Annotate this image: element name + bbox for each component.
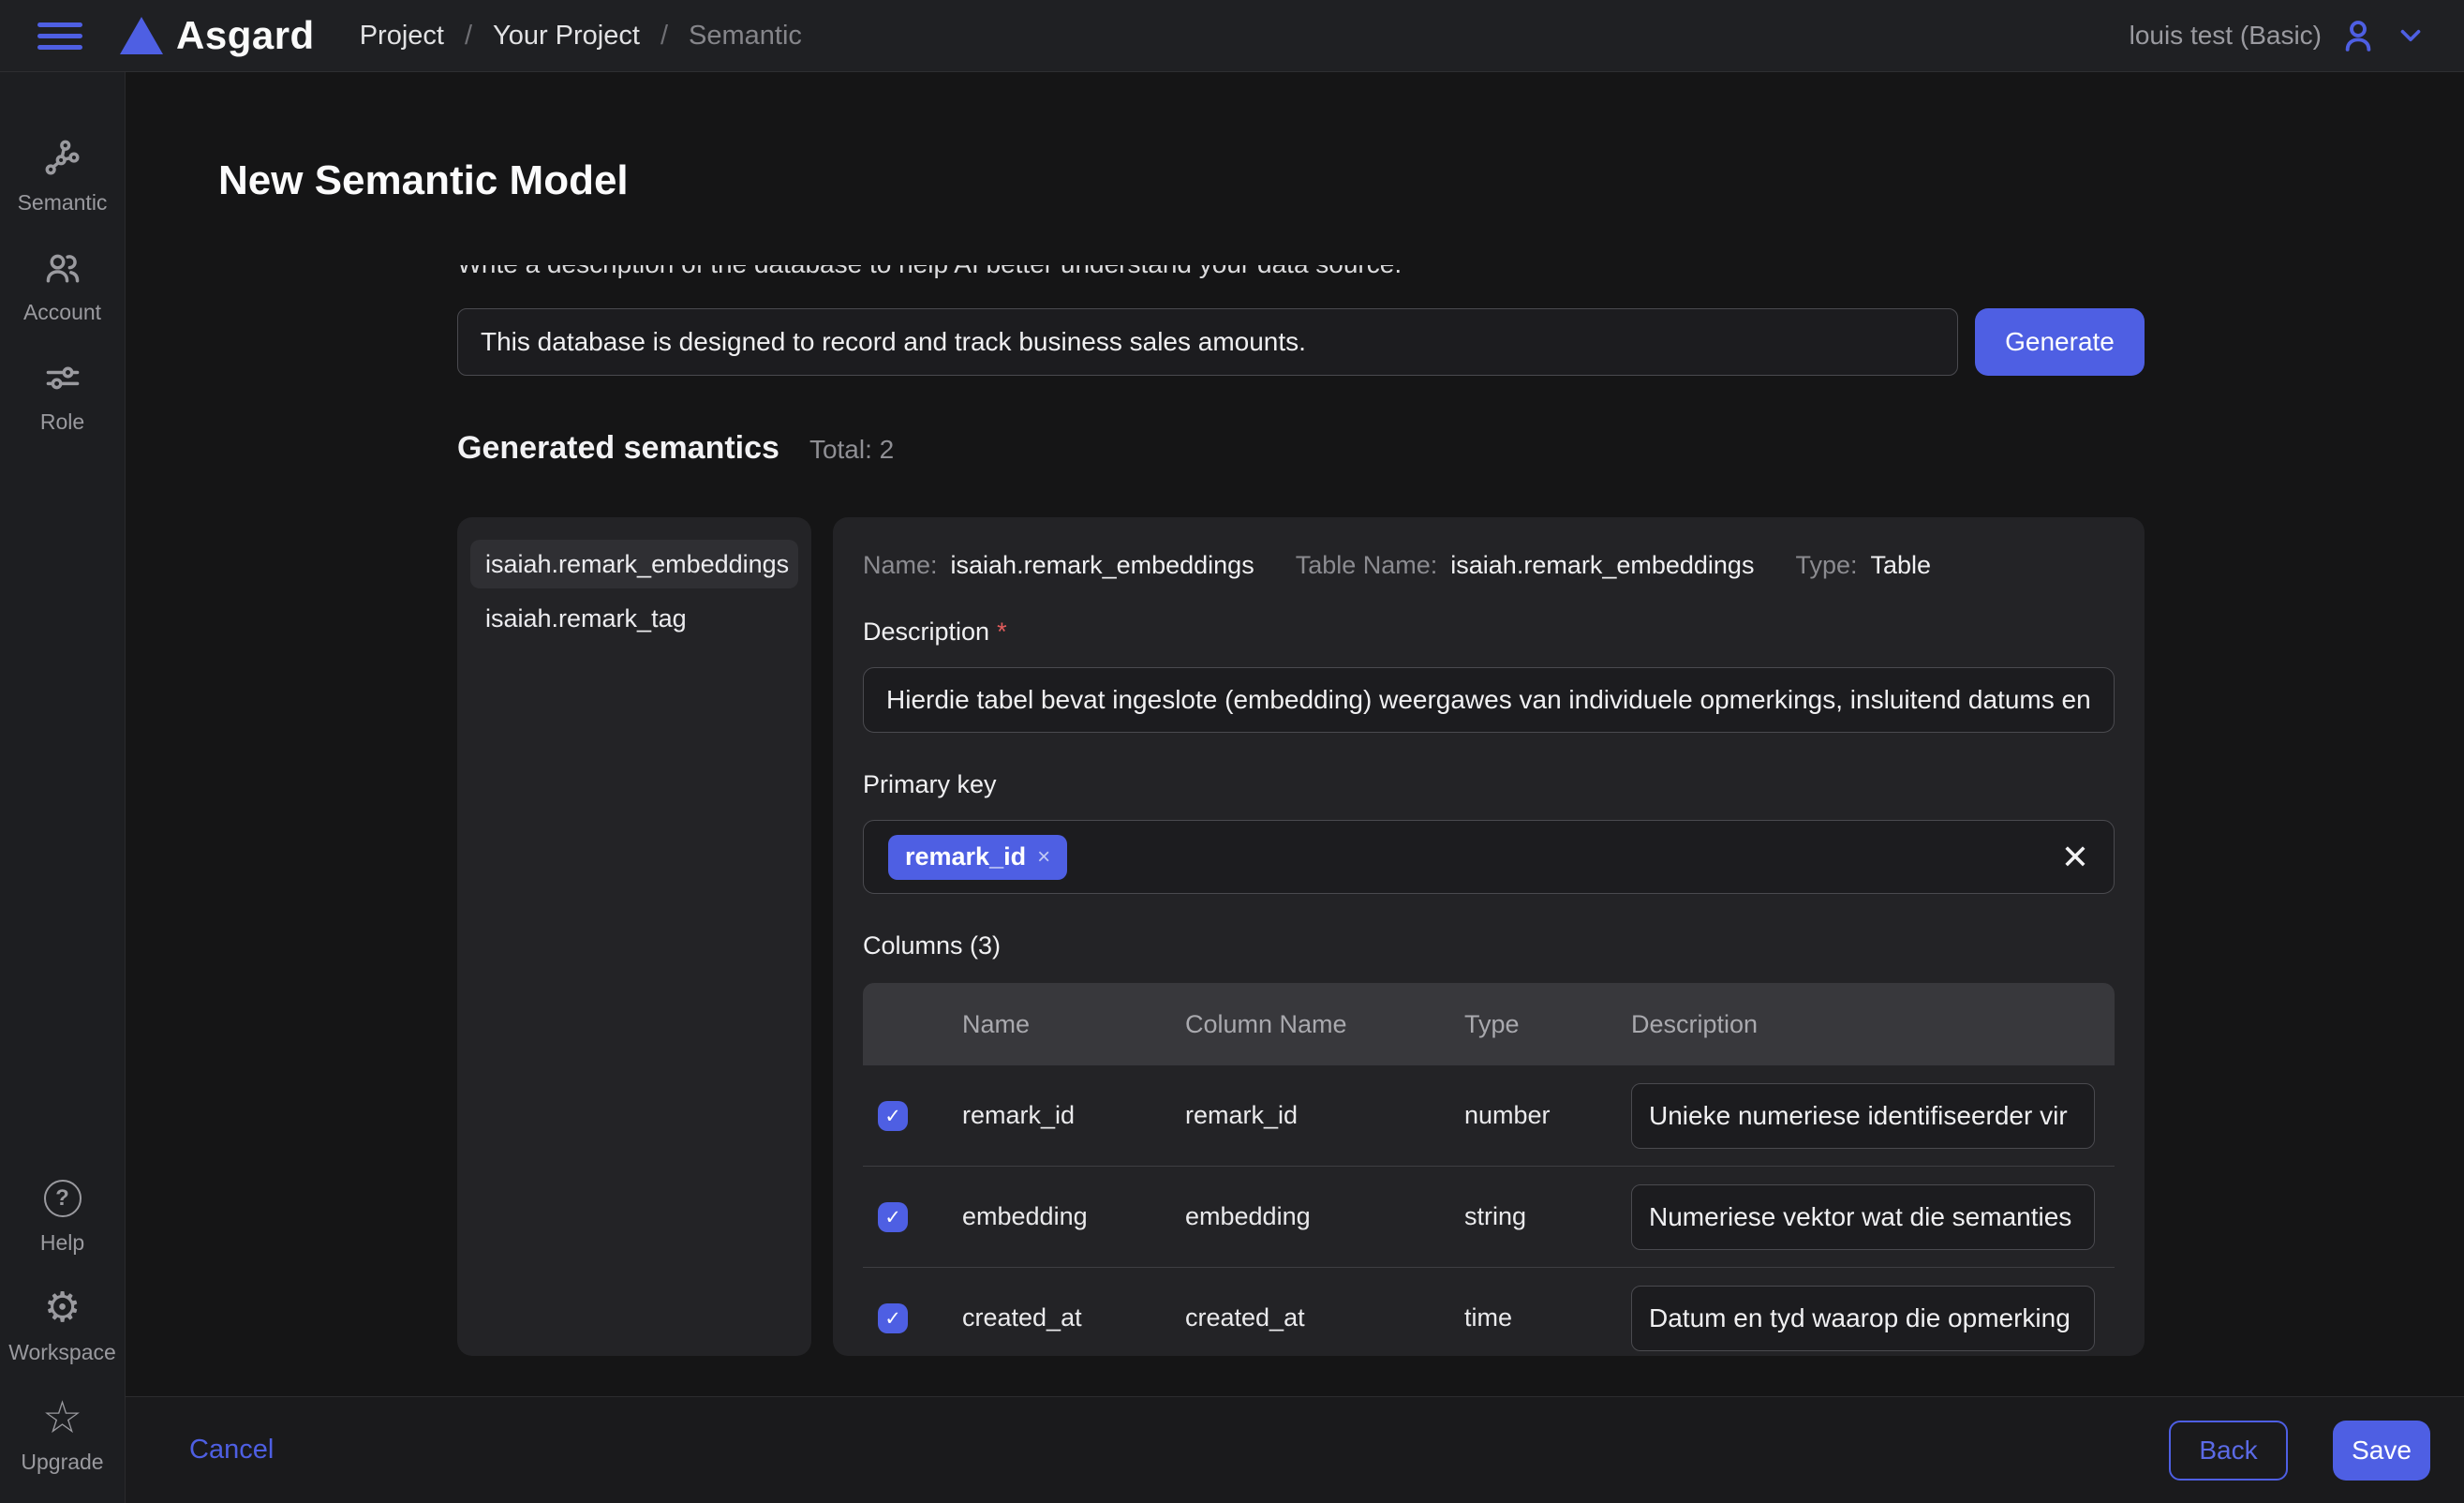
check-icon: ✓ <box>884 1307 901 1330</box>
user-icon <box>2338 16 2378 55</box>
total-count: Total: 2 <box>809 435 894 465</box>
table-row: ✓ created_at created_at time <box>863 1268 2115 1368</box>
columns-table: Name Column Name Type Description <box>863 983 2115 1368</box>
type-label: Type: <box>1795 551 1857 580</box>
table-detail-panel: Name: isaiah.remark_embeddings Table Nam… <box>833 517 2145 1356</box>
sidebar-label: Semantic <box>18 190 108 216</box>
page-content: New Semantic Model Write a description o… <box>126 72 2464 1396</box>
logo-triangle-icon <box>120 17 163 54</box>
header-column-name: Column Name <box>1170 1010 1449 1039</box>
cell-name: remark_id <box>947 1101 1170 1130</box>
breadcrumb-your-project[interactable]: Your Project <box>493 21 640 52</box>
table-name-value: isaiah.remark_embeddings <box>1450 551 1754 580</box>
help-icon: ? <box>44 1178 82 1219</box>
column-description-input[interactable] <box>1631 1083 2095 1149</box>
star-icon: ☆ <box>42 1397 82 1438</box>
cell-type: string <box>1449 1202 1616 1231</box>
required-asterisk: * <box>997 618 1007 646</box>
primary-key-tag: remark_id × <box>888 835 1067 880</box>
name-label: Name: <box>863 551 938 580</box>
sidebar-item-upgrade[interactable]: ☆ Upgrade <box>0 1397 126 1475</box>
row-checkbox[interactable]: ✓ <box>878 1303 908 1333</box>
form-scroll-region: Write a description of the database to h… <box>126 265 2464 1396</box>
table-row: ✓ remark_id remark_id number <box>863 1065 2115 1166</box>
column-description-input[interactable] <box>1631 1286 2095 1351</box>
cancel-link[interactable]: Cancel <box>189 1435 274 1466</box>
page-title: New Semantic Model <box>218 156 2464 205</box>
brand[interactable]: Asgard <box>120 13 315 58</box>
sidebar-item-role[interactable]: Role <box>0 357 126 435</box>
primary-key-tag-label: remark_id <box>905 842 1026 871</box>
breadcrumb-separator: / <box>465 21 472 52</box>
cell-type: time <box>1449 1303 1616 1332</box>
sidebar-item-account[interactable]: Account <box>0 247 126 325</box>
generate-button[interactable]: Generate <box>1975 308 2145 376</box>
cell-column-name: created_at <box>1170 1303 1449 1332</box>
user-menu[interactable]: louis test (Basic) <box>2130 16 2427 55</box>
clear-icon[interactable]: ✕ <box>2061 841 2089 874</box>
cell-name: embedding <box>947 1202 1170 1231</box>
row-checkbox[interactable]: ✓ <box>878 1101 908 1131</box>
chevron-down-icon[interactable] <box>2395 20 2427 52</box>
db-description-input[interactable] <box>457 308 1958 376</box>
breadcrumb-semantic: Semantic <box>689 21 802 52</box>
top-navbar: Asgard Project / Your Project / Semantic… <box>0 0 2464 72</box>
user-name: louis test (Basic) <box>2130 21 2322 51</box>
brand-name: Asgard <box>176 13 315 58</box>
table-list-item-remark-embeddings[interactable]: isaiah.remark_embeddings <box>470 540 798 588</box>
generated-semantics-header: Generated semantics Total: 2 <box>457 430 2145 467</box>
primary-key-label: Primary key <box>863 770 2115 799</box>
section-title: Generated semantics <box>457 430 779 467</box>
check-icon: ✓ <box>884 1206 901 1228</box>
columns-table-header: Name Column Name Type Description <box>863 983 2115 1065</box>
left-sidebar: Semantic Account <box>0 72 126 1503</box>
header-type: Type <box>1449 1010 1616 1039</box>
cell-type: number <box>1449 1101 1616 1130</box>
sidebar-label: Role <box>40 409 84 435</box>
footer-bar: Cancel Back Save <box>126 1396 2464 1503</box>
sidebar-item-help[interactable]: ? Help <box>0 1178 126 1256</box>
back-button[interactable]: Back <box>2169 1421 2288 1481</box>
sidebar-item-semantic[interactable]: Semantic <box>0 138 126 216</box>
main-area: New Semantic Model Write a description o… <box>126 72 2464 1503</box>
check-icon: ✓ <box>884 1105 901 1127</box>
graph-icon <box>42 138 83 179</box>
gear-icon: ⚙ <box>44 1287 81 1329</box>
sidebar-label: Account <box>23 300 101 325</box>
breadcrumb-separator: / <box>661 21 668 52</box>
app-root: Asgard Project / Your Project / Semantic… <box>0 0 2464 1503</box>
sliders-icon <box>42 357 83 398</box>
sidebar-label: Upgrade <box>21 1450 103 1475</box>
table-description-input[interactable] <box>863 667 2115 733</box>
cell-name: created_at <box>947 1303 1170 1332</box>
header-name: Name <box>947 1010 1170 1039</box>
table-row: ✓ embedding embedding string <box>863 1167 2115 1267</box>
name-value: isaiah.remark_embeddings <box>951 551 1254 580</box>
header-description: Description <box>1616 1010 2115 1039</box>
primary-key-select[interactable]: remark_id × ✕ <box>863 820 2115 894</box>
sidebar-item-workspace[interactable]: ⚙ Workspace <box>0 1287 126 1365</box>
description-label: Description* <box>863 618 2115 647</box>
type-value: Table <box>1871 551 1932 580</box>
table-list-item-remark-tag[interactable]: isaiah.remark_tag <box>470 594 798 643</box>
sidebar-label: Help <box>40 1230 84 1256</box>
columns-label: Columns (3) <box>863 931 2115 960</box>
tag-remove-icon[interactable]: × <box>1037 846 1050 869</box>
table-meta-row: Name: isaiah.remark_embeddings Table Nam… <box>863 551 2115 580</box>
breadcrumb: Project / Your Project / Semantic <box>360 21 802 52</box>
table-name-label: Table Name: <box>1296 551 1438 580</box>
db-description-helper: Write a description of the database to h… <box>457 265 2145 280</box>
tables-list-panel: isaiah.remark_embeddings isaiah.remark_t… <box>457 517 811 1356</box>
generate-row: Generate <box>457 308 2145 376</box>
row-checkbox[interactable]: ✓ <box>878 1202 908 1232</box>
breadcrumb-project[interactable]: Project <box>360 21 444 52</box>
save-button[interactable]: Save <box>2333 1421 2430 1481</box>
cell-column-name: embedding <box>1170 1202 1449 1231</box>
people-icon <box>42 247 83 289</box>
sidebar-label: Workspace <box>8 1340 116 1365</box>
column-description-input[interactable] <box>1631 1184 2095 1250</box>
menu-icon[interactable] <box>37 22 82 50</box>
cell-column-name: remark_id <box>1170 1101 1449 1130</box>
